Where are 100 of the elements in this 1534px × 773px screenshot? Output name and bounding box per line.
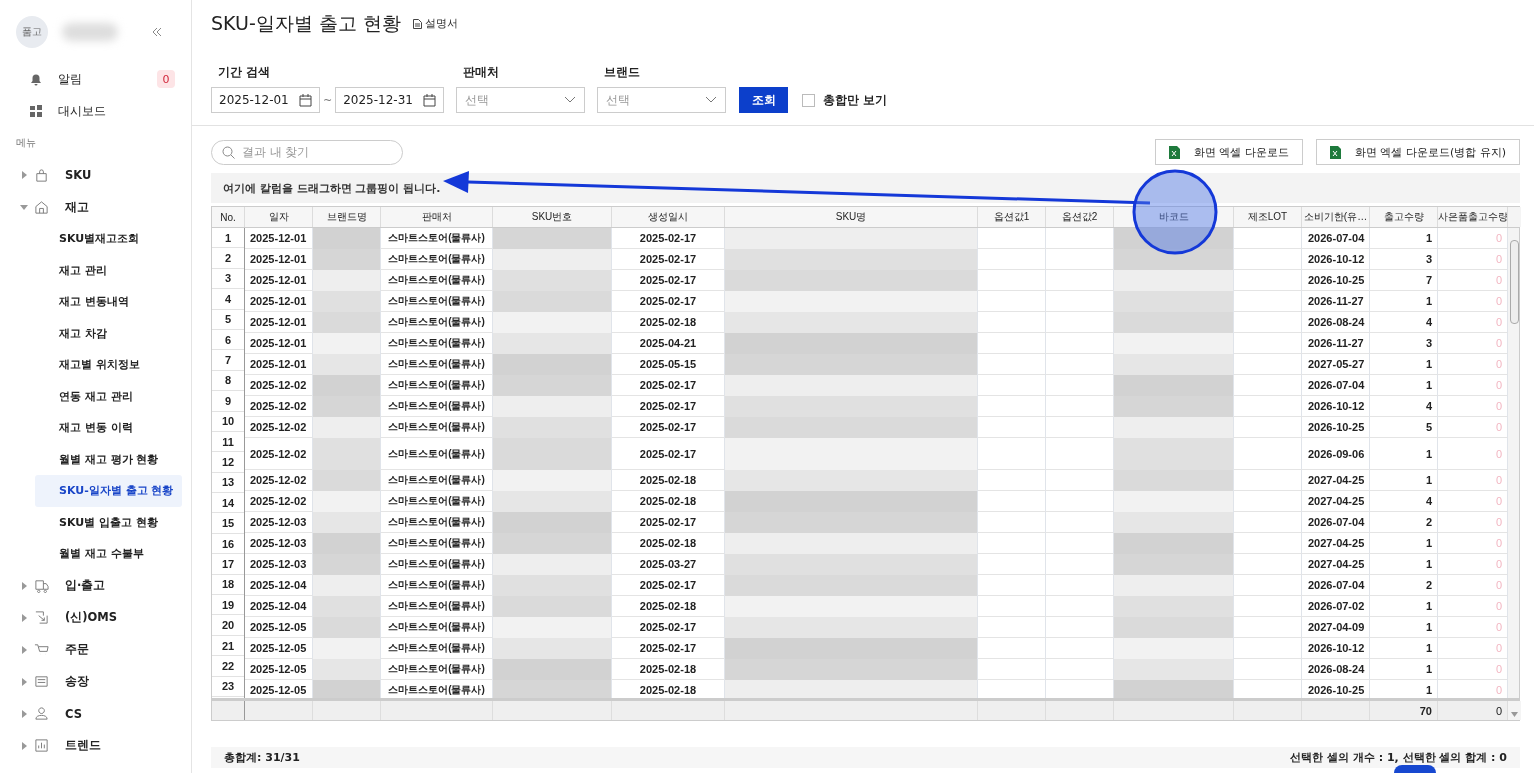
table-cell: 2027-05-27: [1302, 354, 1370, 375]
column-header[interactable]: 바코드: [1114, 207, 1234, 227]
column-header[interactable]: No.: [212, 207, 245, 227]
table-cell: 4: [1370, 491, 1438, 512]
menu-item[interactable]: 송장: [0, 665, 191, 698]
table-cell: [1234, 575, 1302, 596]
row-number: 1: [212, 228, 244, 249]
menu-item[interactable]: (신)OMS: [0, 601, 191, 634]
date-field[interactable]: 2025-12-01: [211, 87, 320, 113]
table-cell: 2027-04-25: [1302, 554, 1370, 575]
menu-item[interactable]: CS: [0, 697, 191, 730]
table-cell: [978, 470, 1046, 491]
submenu-item[interactable]: 재고 변동 이력: [35, 412, 182, 444]
column-header[interactable]: 일자: [245, 207, 313, 227]
menu-item[interactable]: 주문: [0, 633, 191, 666]
page-title: SKU-일자별 출고 현황: [211, 11, 401, 36]
collapse-icon[interactable]: [151, 26, 163, 38]
column-header[interactable]: 제조LOT: [1234, 207, 1302, 227]
date-field[interactable]: 2025-12-31: [335, 87, 445, 113]
row-number: 14: [212, 493, 244, 514]
menu-label: CS: [65, 706, 82, 721]
table-cell: 2026-10-25: [1302, 270, 1370, 291]
floating-button[interactable]: [1394, 765, 1436, 773]
menu-item[interactable]: 재고: [0, 191, 191, 223]
total-cell: 70: [1370, 701, 1438, 720]
column-header[interactable]: 브랜드명: [313, 207, 381, 227]
selection-summary: 선택한 셀의 개수 : 1, 선택한 셀의 합계 : 0: [1290, 750, 1507, 765]
vertical-scrollbar[interactable]: [1508, 228, 1519, 698]
column-header[interactable]: SKU번호: [493, 207, 612, 227]
group-drop-zone: 여기에 칼럼을 드래그하면 그룹핑이 됩니다.: [211, 173, 1520, 203]
menu-item[interactable]: SKU: [0, 159, 191, 191]
checkbox[interactable]: [802, 93, 816, 107]
row-number: 16: [212, 533, 244, 555]
excel-download-button[interactable]: 화면 엑셀 다운로드: [1154, 139, 1303, 165]
column-header[interactable]: SKU명: [725, 207, 978, 227]
menu-item[interactable]: 트렌드: [0, 729, 191, 762]
submenu-item[interactable]: 재고 변동내역: [35, 286, 182, 318]
column-header[interactable]: 옵션값2: [1046, 207, 1114, 227]
submenu-item[interactable]: 월별 재고 수불부: [35, 538, 182, 570]
menu-item[interactable]: 입·출고: [0, 569, 191, 602]
column-header[interactable]: 소비기한(유…: [1302, 207, 1370, 227]
menu-label: 송장: [65, 674, 89, 689]
column-header[interactable]: 출고수량: [1370, 207, 1438, 227]
dashboard-icon: [28, 103, 44, 119]
table-cell: 2026-09-06: [1302, 438, 1370, 470]
table-cell: 2027-04-25: [1302, 533, 1370, 554]
search-placeholder: 결과 내 찾기: [242, 144, 310, 160]
redacted-cell: [313, 470, 381, 491]
column-header[interactable]: 판매처: [381, 207, 493, 227]
submenu-item[interactable]: 재고별 위치정보: [35, 349, 182, 381]
alert-count-badge: 0: [157, 70, 175, 88]
submenu-item[interactable]: 재고 관리: [35, 254, 182, 286]
dashboard-item[interactable]: 대시보드: [0, 95, 191, 127]
redacted-cell: [313, 438, 381, 470]
table-cell: [978, 396, 1046, 417]
row-number: 21: [212, 635, 244, 657]
table-cell: [978, 291, 1046, 312]
menu-section-label: 메뉴: [15, 136, 37, 150]
manual-link[interactable]: 설명서: [412, 17, 458, 31]
menu-label: 재고: [65, 199, 89, 215]
redacted-cell: [313, 291, 381, 312]
submenu-item[interactable]: SKU별재고조회: [35, 223, 182, 255]
submenu-item[interactable]: SKU-일자별 출고 현황: [35, 475, 182, 507]
redacted-cell: [313, 312, 381, 333]
redacted-cell: [313, 491, 381, 512]
submenu-item[interactable]: SKU별 입출고 현황: [35, 506, 182, 538]
table-cell: 1: [1370, 354, 1438, 375]
table-cell: [1234, 470, 1302, 491]
table-cell: [1234, 375, 1302, 396]
column-header[interactable]: 생성일시: [612, 207, 725, 227]
table-cell: 2026-10-25: [1302, 417, 1370, 438]
column-header[interactable]: 옵션값1: [978, 207, 1046, 227]
redacted-cell: [313, 396, 381, 417]
date-value: 2025-12-31: [343, 93, 413, 107]
redacted-cell: [313, 638, 381, 659]
table-cell: 2: [1370, 575, 1438, 596]
brand-label: 브랜드: [604, 65, 642, 80]
table-cell: [978, 533, 1046, 554]
excel-download-button[interactable]: 화면 엑셀 다운로드(병합 유지): [1315, 139, 1520, 165]
menu-label: (신)OMS: [65, 610, 117, 625]
chevron-down-icon: [705, 96, 718, 104]
table-cell: 1: [1370, 638, 1438, 659]
table-cell: 1: [1370, 659, 1438, 680]
scrollbar-down-area[interactable]: [1508, 701, 1521, 720]
search-button[interactable]: 조회: [739, 87, 789, 113]
redacted-cell: [313, 375, 381, 396]
submenu-item[interactable]: 월별 재고 평가 현황: [35, 443, 182, 475]
submenu-item[interactable]: 연동 재고 관리: [35, 380, 182, 412]
scrollbar-thumb[interactable]: [1510, 240, 1519, 324]
alerts-item[interactable]: 알림 0: [0, 63, 191, 95]
table-cell: [978, 312, 1046, 333]
table-cell: 5: [1370, 417, 1438, 438]
avatar: 품고: [16, 16, 48, 48]
submenu-item[interactable]: 재고 차감: [35, 317, 182, 349]
table-cell: [978, 249, 1046, 270]
period-label: 기간 검색: [218, 65, 271, 80]
table-cell: 2026-07-02: [1302, 596, 1370, 617]
table-cell: 2026-10-12: [1302, 249, 1370, 270]
calendar-icon: [299, 93, 312, 107]
table-cell: 7: [1370, 270, 1438, 291]
